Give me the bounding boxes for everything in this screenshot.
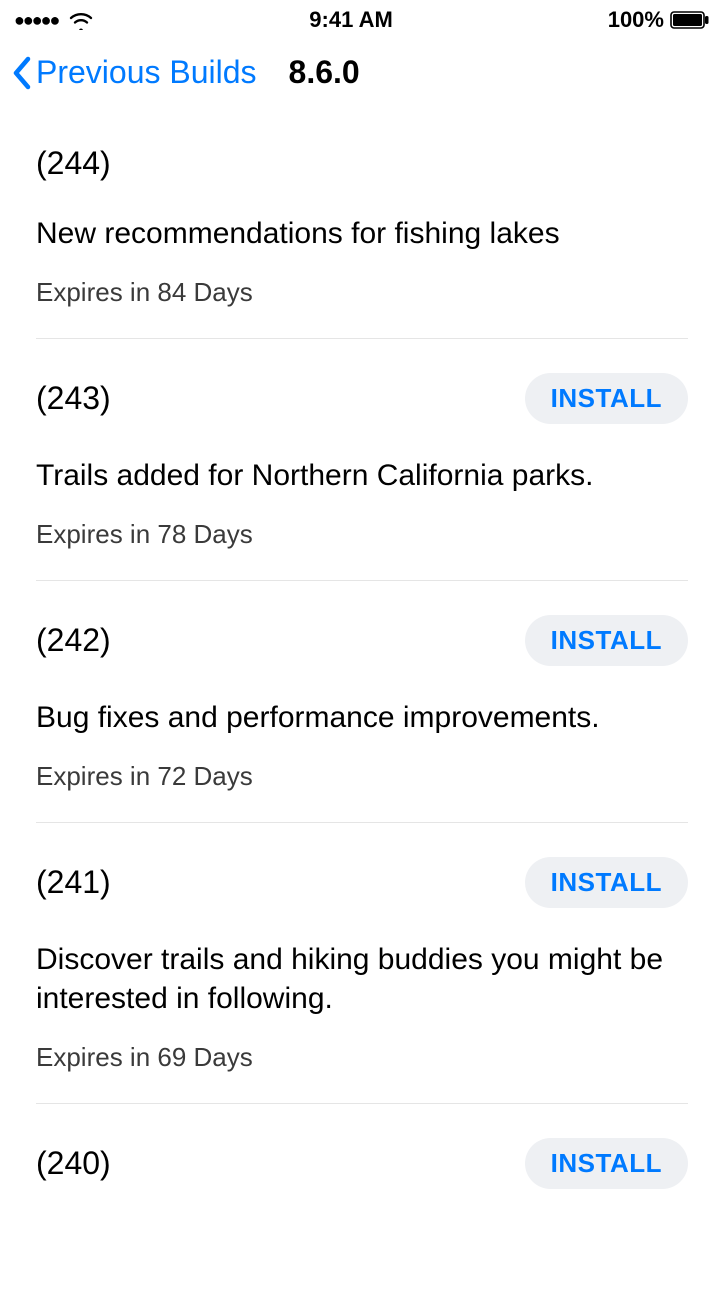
build-description: Discover trails and hiking buddies you m… (36, 940, 688, 1018)
build-description: Trails added for Northern California par… (36, 456, 688, 495)
status-time: 9:41 AM (309, 7, 393, 33)
build-number: (241) (36, 864, 111, 901)
status-left: ●●●●● (14, 10, 94, 31)
build-description: Bug fixes and performance improvements. (36, 698, 688, 737)
build-header: (244) (36, 145, 688, 182)
status-right: 100% (608, 7, 710, 33)
install-button[interactable]: INSTALL (525, 857, 688, 908)
build-expiry: Expires in 84 Days (36, 277, 688, 308)
build-item: (243) INSTALL Trails added for Northern Ca… (36, 339, 688, 581)
nav-bar: Previous Builds 8.6.0 (0, 40, 724, 111)
build-description: New recommendations for fishing lakes (36, 214, 688, 253)
build-expiry: Expires in 78 Days (36, 519, 688, 550)
battery-percentage: 100% (608, 7, 664, 33)
install-button[interactable]: INSTALL (525, 1138, 688, 1189)
status-bar: ●●●●● 9:41 AM 100% (0, 0, 724, 40)
back-button[interactable]: Previous Builds (10, 54, 257, 91)
wifi-icon (68, 10, 94, 30)
chevron-left-icon (10, 55, 34, 91)
build-number: (244) (36, 145, 111, 182)
battery-icon (670, 11, 710, 29)
back-label: Previous Builds (36, 54, 257, 91)
install-button[interactable]: INSTALL (525, 615, 688, 666)
install-button[interactable]: INSTALL (525, 373, 688, 424)
build-number: (240) (36, 1145, 111, 1182)
build-number: (243) (36, 380, 111, 417)
signal-strength-icon: ●●●●● (14, 10, 58, 31)
build-expiry: Expires in 72 Days (36, 761, 688, 792)
build-header: (241) INSTALL (36, 857, 688, 908)
build-item: (242) INSTALL Bug fixes and performance im… (36, 581, 688, 823)
build-header: (240) INSTALL (36, 1138, 688, 1189)
build-list: (244) New recommendations for fishing lak… (0, 111, 724, 1251)
build-header: (242) INSTALL (36, 615, 688, 666)
nav-title: 8.6.0 (289, 54, 360, 91)
build-item: (241) INSTALL Discover trails and hiking b… (36, 823, 688, 1104)
build-item: (240) INSTALL (36, 1104, 688, 1251)
build-item: (244) New recommendations for fishing lak… (36, 111, 688, 339)
build-header: (243) INSTALL (36, 373, 688, 424)
build-expiry: Expires in 69 Days (36, 1042, 688, 1073)
build-number: (242) (36, 622, 111, 659)
